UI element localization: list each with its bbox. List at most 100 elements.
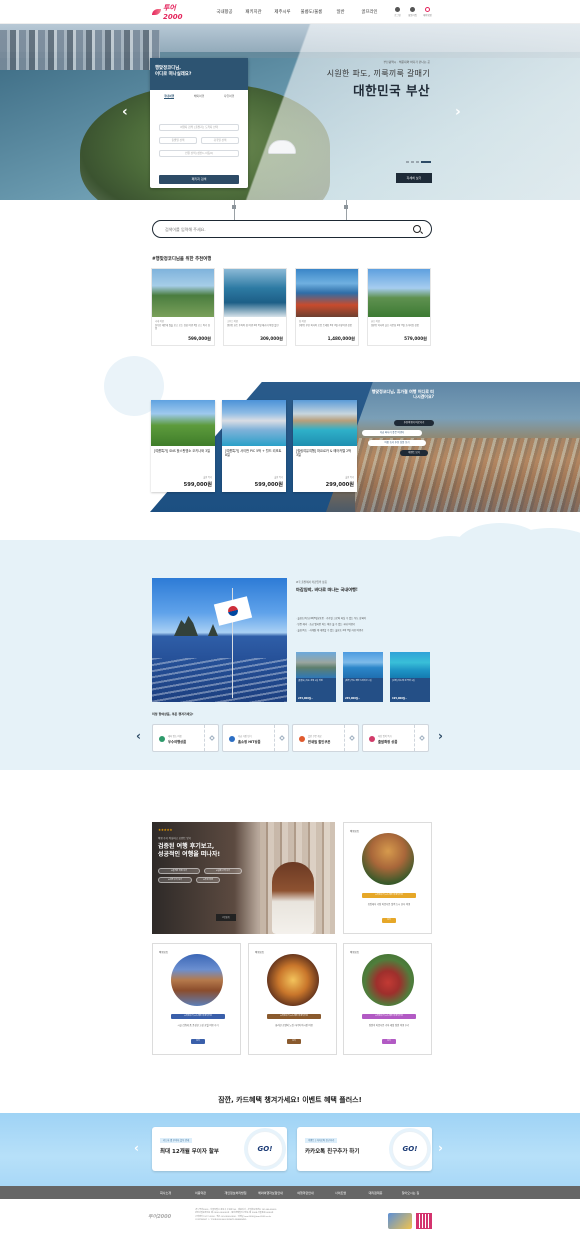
footer-link[interactable]: 이용약관 xyxy=(183,1191,218,1195)
travelers-field[interactable]: 인원 선택 (성인1, 아동0) xyxy=(159,150,239,157)
photo-review-image xyxy=(171,954,223,1006)
nav-item[interactable]: 국내항공 xyxy=(210,9,239,15)
certification-badge-icon[interactable] xyxy=(388,1213,412,1229)
coupon-sub: 할인 쿠폰 제공 xyxy=(308,735,322,738)
coupon-ticket[interactable]: 테마 명소 여행 우수여행상품 xyxy=(152,724,219,752)
band-pill[interactable]: 이벤트 보기 xyxy=(400,450,428,456)
recommend-card[interactable]: 골프 여행 [경주] 역사와 골프 라운딩 2박 3일 프리미엄 상품 579,… xyxy=(367,268,431,346)
band-product-photo xyxy=(293,400,357,446)
event-card[interactable]: 이벤트 | 카카오톡 친구추가 카카오톡 친구추가 하기 GO! xyxy=(297,1127,432,1171)
footer-link[interactable]: 사이트맵 xyxy=(323,1191,358,1195)
dokdo-list: · 울릉도/독도(4박5일)/포항 · 기가릴 크로버 마실 수 있는 독도 상… xyxy=(296,616,366,635)
coupon-next-arrow[interactable]: › xyxy=(438,729,443,743)
hero-prev-arrow[interactable]: ‹ xyxy=(122,104,128,120)
photo-review-button[interactable]: 보기 xyxy=(382,1039,396,1044)
band-product-from: 출발 특가 xyxy=(203,476,212,479)
review-more-button[interactable]: 더 보기 xyxy=(216,914,236,921)
footer-link[interactable]: 찾아오시는 길 xyxy=(393,1191,428,1195)
page-dot-active[interactable] xyxy=(421,161,431,163)
photo-review-card[interactable]: 여행포토 #여행후기 #스페인 여행지추천 정원이 아름다운 기차 레일 정원 … xyxy=(343,943,432,1055)
event-go-button[interactable]: GO! xyxy=(392,1131,428,1167)
photo-review-button[interactable]: 보기 xyxy=(191,1039,205,1044)
band-product-card[interactable]: [여름특가] SNS 핫스팟명소 오키나와 3일 출발 특가 599,000원 xyxy=(151,400,215,492)
band-product-card[interactable]: [여름특가] 사이판 PIC 5박 + 월드 리조트 8일 출발 특가 599,… xyxy=(222,400,286,492)
event-prev-arrow[interactable]: ‹ xyxy=(134,1141,139,1155)
login-link[interactable]: 로그인 xyxy=(393,7,402,17)
band-rooftops xyxy=(355,438,580,512)
band-product-card[interactable]: [힐링여유여행] 마요르카 & 에어카텔 2박 3일 출발 특가 299,000… xyxy=(293,400,357,492)
search-icon[interactable] xyxy=(413,224,421,233)
heart-icon xyxy=(299,736,305,742)
recommend-category: 골프 여행 xyxy=(371,320,380,323)
footer-link[interactable]: 해외여행자보험안내 xyxy=(253,1191,288,1195)
event-next-arrow[interactable]: › xyxy=(438,1141,443,1155)
utility-menu: 로그인 회원가입 예약확인 xyxy=(393,7,432,17)
qr-code-icon[interactable] xyxy=(416,1213,432,1229)
review-tag[interactable]: #솔직한 여행 후기 xyxy=(158,868,200,874)
photo-review-button[interactable]: 보기 xyxy=(287,1039,301,1044)
footer-logo[interactable]: 투어2000 xyxy=(148,1213,171,1220)
band-product-photo xyxy=(222,400,286,446)
review-banner[interactable]: ★★★★★ 여행 후기 작성하고 포인트 받기 검증된 여행 후기보고, 성공적… xyxy=(152,822,335,934)
review-tag[interactable]: #사진 후기 보기 xyxy=(158,877,192,883)
recommend-card[interactable]: 크루즈 여행 [통영] 요트 투어와 섬 여행 2박 3일 패키지 특별 할인 … xyxy=(223,268,287,346)
return-date-field[interactable]: 귀국일 선택 xyxy=(201,137,239,144)
band-pill[interactable]: 지금 떠나기 좋은 여행지 xyxy=(362,430,422,436)
dokdo-product-title: [제주] 우도 해안 드라이브 2일 xyxy=(345,680,372,682)
page-dot[interactable] xyxy=(411,161,414,163)
page-dot[interactable] xyxy=(416,161,419,163)
coupon-ticket[interactable]: 할인 쿠폰 제공 반새밀 할인쿠폰 xyxy=(292,724,359,752)
nav-item[interactable]: 일반 xyxy=(326,9,355,15)
event-go-button[interactable]: GO! xyxy=(247,1131,283,1167)
island-rock xyxy=(174,616,198,636)
band-product-photo xyxy=(151,400,215,446)
nav-item[interactable]: 패키지관 xyxy=(239,9,268,15)
signup-link[interactable]: 회원가입 xyxy=(408,7,417,17)
photo-review-card[interactable]: 여행포토 #여행후기 #스페인 여행지추천 시골 진흙에 품 풍성한 고성 호텔… xyxy=(152,943,241,1055)
event-card[interactable]: 카드사 별 무이자 할부 안내 최대 12개월 무이자 할부 GO! xyxy=(152,1127,287,1171)
hero-next-arrow[interactable]: › xyxy=(455,104,461,120)
nav-item[interactable]: 제주시루 xyxy=(268,9,297,15)
dokdo-product-photo xyxy=(343,652,383,678)
destination-field[interactable]: 여행지 검색 | 출발지 | 도착지 선택 xyxy=(159,124,239,131)
dokdo-product-card[interactable]: [남해] 다도해 섬 투어 3일 195,000원~ xyxy=(390,652,430,702)
dokdo-product-card[interactable]: [울릉도] 독도 상륙 3일 여행 245,000원~ xyxy=(296,652,336,702)
band-pill[interactable]: 추천여행지 바로가기 xyxy=(394,420,434,426)
band-pill[interactable]: 여름 휴가 추천 상품 보기 xyxy=(368,440,426,446)
footer-link[interactable]: 회사소개 xyxy=(148,1191,183,1195)
coupon-prev-arrow[interactable]: ‹ xyxy=(136,729,141,743)
footer: 투어2000 (주) 투어2000 · 서울특별시 종로구 수표로 96 · 대… xyxy=(0,1199,580,1254)
tab-domestic[interactable]: 국내여행 xyxy=(163,94,175,99)
nav-item[interactable]: 울릉도/울롱 xyxy=(297,9,326,15)
coupon-ticket[interactable]: 마감 임박 특가 출발확정 상품 xyxy=(362,724,429,752)
main-search-input[interactable] xyxy=(165,224,385,234)
nav-item[interactable]: 골프라인 xyxy=(355,9,384,15)
review-tag[interactable]: #추천 여행 xyxy=(196,877,220,883)
photo-review-card[interactable]: 여행포토 #여행후기 #스페인 여행지추천 화려한 조명의 노점 거리와 야시장… xyxy=(248,943,337,1055)
coupon-ticket[interactable]: 지금 가장 인기 홈쇼핑 HIT상품 xyxy=(222,724,289,752)
footer-link[interactable]: 여행약관안내 xyxy=(288,1191,323,1195)
site-logo[interactable]: 투어2000 xyxy=(152,4,192,21)
recommend-card[interactable]: 섬 여행 [제주] 푸른 바다와 오름 트레킹 3박 4일 자유여행 상품 1,… xyxy=(295,268,359,346)
hanger-clip xyxy=(232,205,236,209)
recommend-desc: [통영] 요트 투어와 섬 여행 2박 3일 패키지 특별 할인 xyxy=(227,324,279,327)
dokdo-product-photo xyxy=(296,652,336,678)
main-search-bar xyxy=(152,220,432,238)
photo-review-label: 여행포토 xyxy=(159,951,169,954)
dokdo-product-card[interactable]: [제주] 우도 해안 드라이브 2일 265,000원~ xyxy=(343,652,383,702)
logo-text: 투어2000 xyxy=(162,4,183,21)
reservation-link[interactable]: 예약확인 xyxy=(423,7,432,17)
recommend-card[interactable]: 국내 여행 [부산] 해운대 일출 보고 오는 감성 여행 3일 코스 특가 상… xyxy=(151,268,215,346)
tab-overseas[interactable]: 해외여행 xyxy=(194,94,204,99)
tab-free[interactable]: 자유여행 xyxy=(224,94,234,99)
hero-more-button[interactable]: 자세히 보기 xyxy=(396,173,432,183)
package-search-button[interactable]: 패키지 검색 xyxy=(159,175,239,184)
page-dot[interactable] xyxy=(406,161,409,163)
review-headline: 검증된 여행 후기보고, 성공적인 여행을 떠나자! xyxy=(158,843,220,860)
departure-date-field[interactable]: 출발일 선택 xyxy=(159,137,197,144)
footer-link[interactable]: 대리점제휴 xyxy=(358,1191,393,1195)
photo-review-card[interactable]: 여행포토 #여행후기 #스페인 여행지추천 유럽에서 가장 아름다운 절벽 도시… xyxy=(343,822,432,934)
photo-review-button[interactable]: 보기 xyxy=(382,918,396,923)
footer-link[interactable]: 개인정보처리방침 xyxy=(218,1191,253,1195)
review-tag[interactable]: #실제 고객 후기 xyxy=(204,868,242,874)
